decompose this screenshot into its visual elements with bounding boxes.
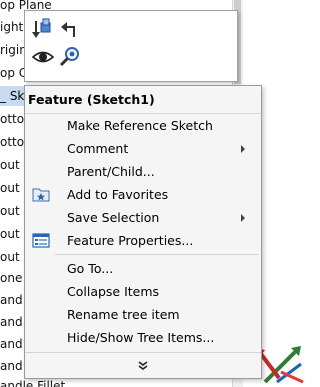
menu-item-make-reference-sketch[interactable]: Make Reference Sketch: [25, 114, 261, 137]
tree-item-label: and: [0, 315, 23, 329]
properties-icon: [32, 233, 50, 248]
menu-item-label: Comment: [67, 141, 129, 156]
menu-item-parent-child[interactable]: Parent/Child...: [25, 160, 261, 183]
tree-item-label: and: [0, 359, 23, 373]
menu-item-save-selection[interactable]: Save Selection: [25, 206, 261, 229]
menu-item-label: Go To...: [67, 261, 114, 276]
menu-separator: [55, 254, 259, 255]
tree-item-label: and: [0, 337, 23, 351]
tree-item-label: _ Sk: [0, 89, 25, 103]
rollback-arrow-icon: [61, 22, 75, 37]
tree-item[interactable]: out: [0, 224, 20, 244]
favorites-folder-icon: [32, 188, 50, 202]
menu-item-add-to-favorites[interactable]: Add to Favorites: [25, 183, 261, 206]
menu-item-label: Collapse Items: [67, 284, 160, 299]
menu-item-go-to[interactable]: Go To...: [25, 257, 261, 280]
menu-item-hide-show-tree-items[interactable]: Hide/Show Tree Items...: [25, 326, 261, 349]
rollback-button[interactable]: [58, 17, 82, 41]
submenu-arrow-icon: [241, 145, 245, 153]
tree-item[interactable]: out: [0, 201, 20, 221]
tree-item-label: out: [0, 250, 20, 264]
tree-item-label: otto: [0, 135, 25, 149]
axis-triad-icon: [255, 346, 304, 384]
tree-item-label: and: [0, 293, 23, 307]
tree-item[interactable]: otto: [0, 132, 24, 152]
tree-item[interactable]: rigin: [0, 40, 27, 60]
tree-item[interactable]: and: [0, 290, 23, 310]
menu-expand-button[interactable]: [25, 356, 261, 376]
menu-item-label: Save Selection: [67, 210, 160, 225]
show-eye-icon: [31, 51, 55, 63]
tree-item-label: out: [0, 181, 20, 195]
menu-item-label: Make Reference Sketch: [67, 118, 213, 133]
sketch-relations-button[interactable]: [31, 17, 55, 41]
context-toolbar: [24, 10, 238, 82]
tree-item-label: out: [0, 227, 20, 241]
sketch-relations-icon: [32, 18, 51, 38]
tree-item[interactable]: out: [0, 155, 20, 175]
menu-item-feature-properties[interactable]: Feature Properties...: [25, 229, 261, 252]
double-chevron-down-icon: [138, 361, 148, 370]
tree-item-label: out: [0, 158, 20, 172]
tree-item[interactable]: ight: [0, 17, 23, 37]
tree-item-label: one: [0, 271, 23, 285]
menu-item-label: Parent/Child...: [67, 164, 155, 179]
tree-item-label: andle Fillet: [0, 379, 66, 387]
zoom-to-selection-icon: [59, 47, 79, 67]
tree-item[interactable]: and: [0, 356, 23, 376]
menu-item-label: Rename tree item: [67, 307, 180, 322]
menu-item-collapse-items[interactable]: Collapse Items: [25, 280, 261, 303]
menu-item-comment[interactable]: Comment: [25, 137, 261, 160]
menu-separator: [25, 352, 261, 353]
show-button[interactable]: [31, 45, 55, 69]
menu-item-label: Add to Favorites: [67, 187, 169, 202]
tree-item-label: out: [0, 204, 20, 218]
submenu-arrow-icon: [241, 214, 245, 222]
tree-item[interactable]: out: [0, 178, 20, 198]
tree-item[interactable]: out: [0, 247, 20, 267]
tree-item[interactable]: and: [0, 334, 23, 354]
context-menu: Feature (Sketch1) Make Reference Sketch …: [24, 85, 262, 379]
tree-item[interactable]: and: [0, 312, 23, 332]
tree-item-label: rigin: [0, 43, 27, 57]
menu-header: Feature (Sketch1): [25, 86, 261, 113]
menu-item-label: Hide/Show Tree Items...: [67, 330, 215, 345]
tree-item[interactable]: one: [0, 268, 22, 288]
menu-item-label: Feature Properties...: [67, 233, 194, 248]
menu-item-rename-tree-item[interactable]: Rename tree item: [25, 303, 261, 326]
zoom-to-selection-button[interactable]: [58, 45, 82, 69]
tree-item[interactable]: otto: [0, 109, 24, 129]
tree-item-label: otto: [0, 112, 25, 126]
tree-item-label: ight: [0, 20, 24, 34]
